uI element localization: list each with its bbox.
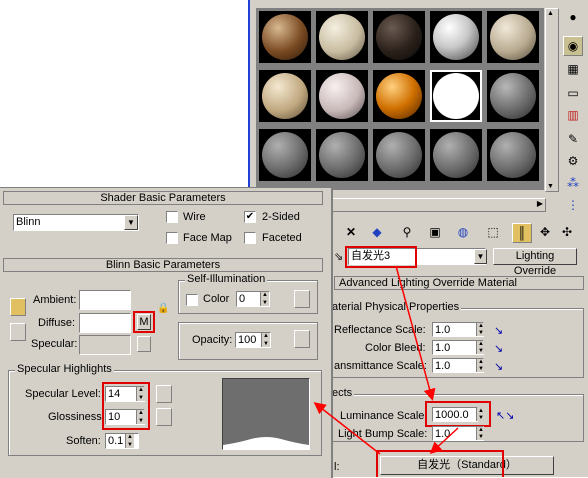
- arrow-luminance-to-base: [429, 427, 459, 455]
- arrow-base-to-curve: [313, 402, 381, 455]
- annotation-arrows: [313, 265, 459, 455]
- arrow-name-to-luminance: [395, 265, 436, 401]
